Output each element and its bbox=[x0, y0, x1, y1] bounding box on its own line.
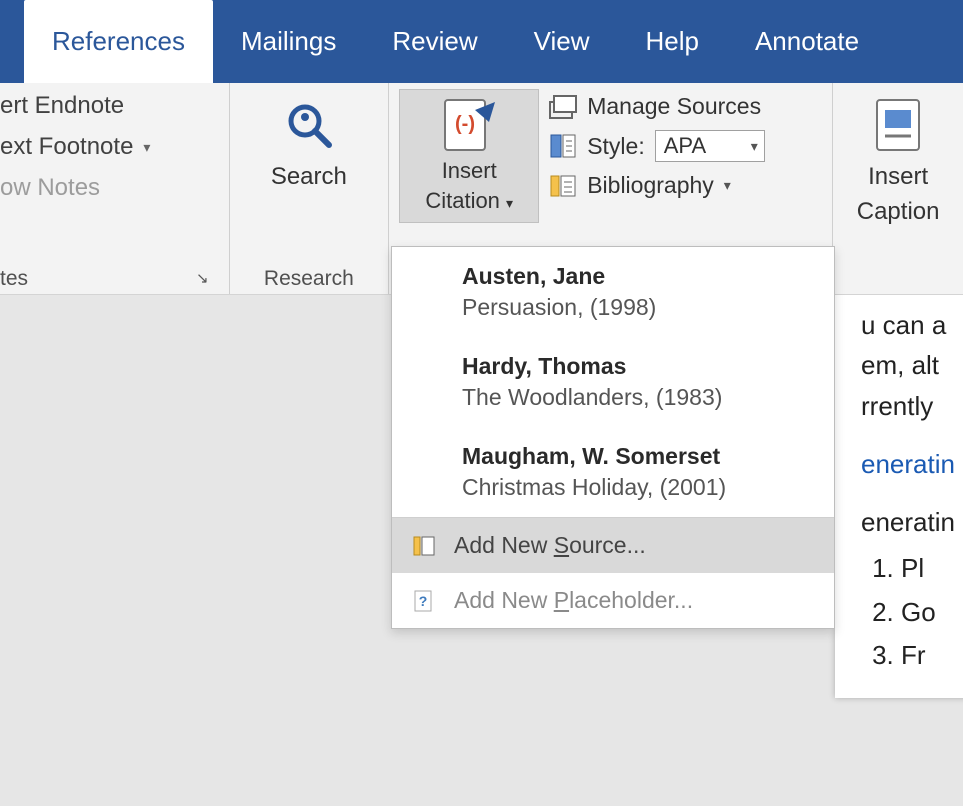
add-new-source-label: Add New Source... bbox=[454, 532, 646, 559]
search-button-label: Search bbox=[271, 163, 347, 192]
bibliography-icon bbox=[549, 173, 577, 199]
group-captions: Insert Caption bbox=[833, 83, 963, 294]
insert-citation-label1: Insert bbox=[442, 158, 497, 184]
add-new-source-menuitem[interactable]: Add New Source... bbox=[392, 518, 834, 573]
insert-endnote-button[interactable]: ert Endnote bbox=[0, 89, 150, 130]
citation-source-item[interactable]: Maugham, W. Somerset Christmas Holiday, … bbox=[392, 427, 834, 517]
tab-references[interactable]: References bbox=[24, 0, 213, 83]
doc-text-line: em, alt bbox=[861, 345, 963, 385]
search-button[interactable]: Search bbox=[240, 89, 379, 192]
group-research-label: Research bbox=[240, 264, 379, 294]
doc-numbered-list: Pl Go Fr bbox=[871, 548, 963, 675]
citation-source-title: The Woodlanders, (1983) bbox=[462, 384, 722, 410]
insert-citation-menu: Austen, Jane Persuasion, (1998) Hardy, T… bbox=[391, 246, 835, 629]
add-source-icon bbox=[410, 534, 438, 558]
tab-help[interactable]: Help bbox=[617, 0, 726, 83]
bibliography-button[interactable]: Bibliography ▾ bbox=[549, 172, 765, 199]
dropdown-caret-icon[interactable]: ▾ bbox=[143, 139, 150, 156]
citation-source-author: Hardy, Thomas bbox=[462, 351, 816, 382]
doc-text-line: u can a bbox=[861, 305, 963, 345]
insert-citation-label2: Citation bbox=[425, 188, 500, 213]
tab-annotate[interactable]: Annotate bbox=[727, 0, 887, 83]
dropdown-caret-icon: ▾ bbox=[506, 195, 513, 211]
svg-text:(-): (-) bbox=[455, 113, 475, 135]
bibliography-label: Bibliography bbox=[587, 172, 714, 199]
insert-caption-label1: Insert bbox=[868, 163, 928, 192]
doc-text-line: rrently bbox=[861, 386, 963, 426]
citation-source-item[interactable]: Hardy, Thomas The Woodlanders, (1983) bbox=[392, 337, 834, 427]
list-item: Fr bbox=[901, 635, 963, 675]
style-icon bbox=[549, 133, 577, 159]
document-page: u can a em, alt rrently eneratin enerati… bbox=[835, 295, 963, 698]
citation-source-title: Persuasion, (1998) bbox=[462, 294, 656, 320]
insert-caption-label2: Caption bbox=[857, 198, 940, 227]
dropdown-caret-icon: ▾ bbox=[724, 177, 731, 194]
citation-style-row: Style: APA bbox=[549, 130, 765, 162]
citation-style-select[interactable]: APA bbox=[655, 130, 765, 162]
insert-caption-icon bbox=[873, 93, 923, 157]
list-item: Go bbox=[901, 592, 963, 632]
footnotes-dialog-launcher-icon[interactable]: ↘ bbox=[192, 264, 213, 294]
manage-sources-label: Manage Sources bbox=[587, 93, 761, 120]
manage-sources-button[interactable]: Manage Sources bbox=[549, 93, 765, 120]
insert-citation-icon: (-) bbox=[439, 96, 499, 154]
citation-source-item[interactable]: Austen, Jane Persuasion, (1998) bbox=[392, 247, 834, 337]
tab-view[interactable]: View bbox=[506, 0, 618, 83]
add-placeholder-icon: ? bbox=[410, 589, 438, 613]
doc-text-line: eneratin bbox=[861, 502, 963, 542]
citation-source-author: Maugham, W. Somerset bbox=[462, 441, 816, 472]
list-item: Pl bbox=[901, 548, 963, 588]
tab-mailings[interactable]: Mailings bbox=[213, 0, 364, 83]
insert-caption-button[interactable]: Insert Caption bbox=[843, 89, 953, 227]
doc-hyperlink[interactable]: eneratin bbox=[861, 444, 963, 484]
insert-citation-button[interactable]: (-) Insert Citation ▾ bbox=[399, 89, 539, 223]
footnote-commands: ert Endnote ext Footnote ▾ ow Notes bbox=[0, 89, 150, 212]
citation-source-title: Christmas Holiday, (2001) bbox=[462, 474, 726, 500]
manage-sources-icon bbox=[549, 94, 577, 120]
group-footnotes: ert Endnote ext Footnote ▾ ow Notes tes … bbox=[0, 83, 230, 294]
citation-style-value: APA bbox=[664, 133, 706, 159]
ribbon-tabstrip: References Mailings Review View Help Ann… bbox=[0, 0, 963, 83]
add-new-placeholder-label: Add New Placeholder... bbox=[454, 587, 693, 614]
style-label: Style: bbox=[587, 133, 645, 160]
search-magnifier-icon bbox=[283, 93, 335, 157]
next-footnote-label: ext Footnote bbox=[0, 133, 133, 161]
show-notes-button: ow Notes bbox=[0, 171, 150, 212]
citations-side-commands: Manage Sources Style: APA bbox=[549, 89, 765, 199]
citation-source-author: Austen, Jane bbox=[462, 261, 816, 292]
svg-text:?: ? bbox=[419, 593, 428, 609]
group-footnotes-label: tes bbox=[0, 264, 28, 294]
group-research: Search Research bbox=[230, 83, 390, 294]
tab-review[interactable]: Review bbox=[364, 0, 505, 83]
next-footnote-button[interactable]: ext Footnote ▾ bbox=[0, 130, 150, 171]
add-new-placeholder-menuitem: ? Add New Placeholder... bbox=[392, 573, 834, 628]
